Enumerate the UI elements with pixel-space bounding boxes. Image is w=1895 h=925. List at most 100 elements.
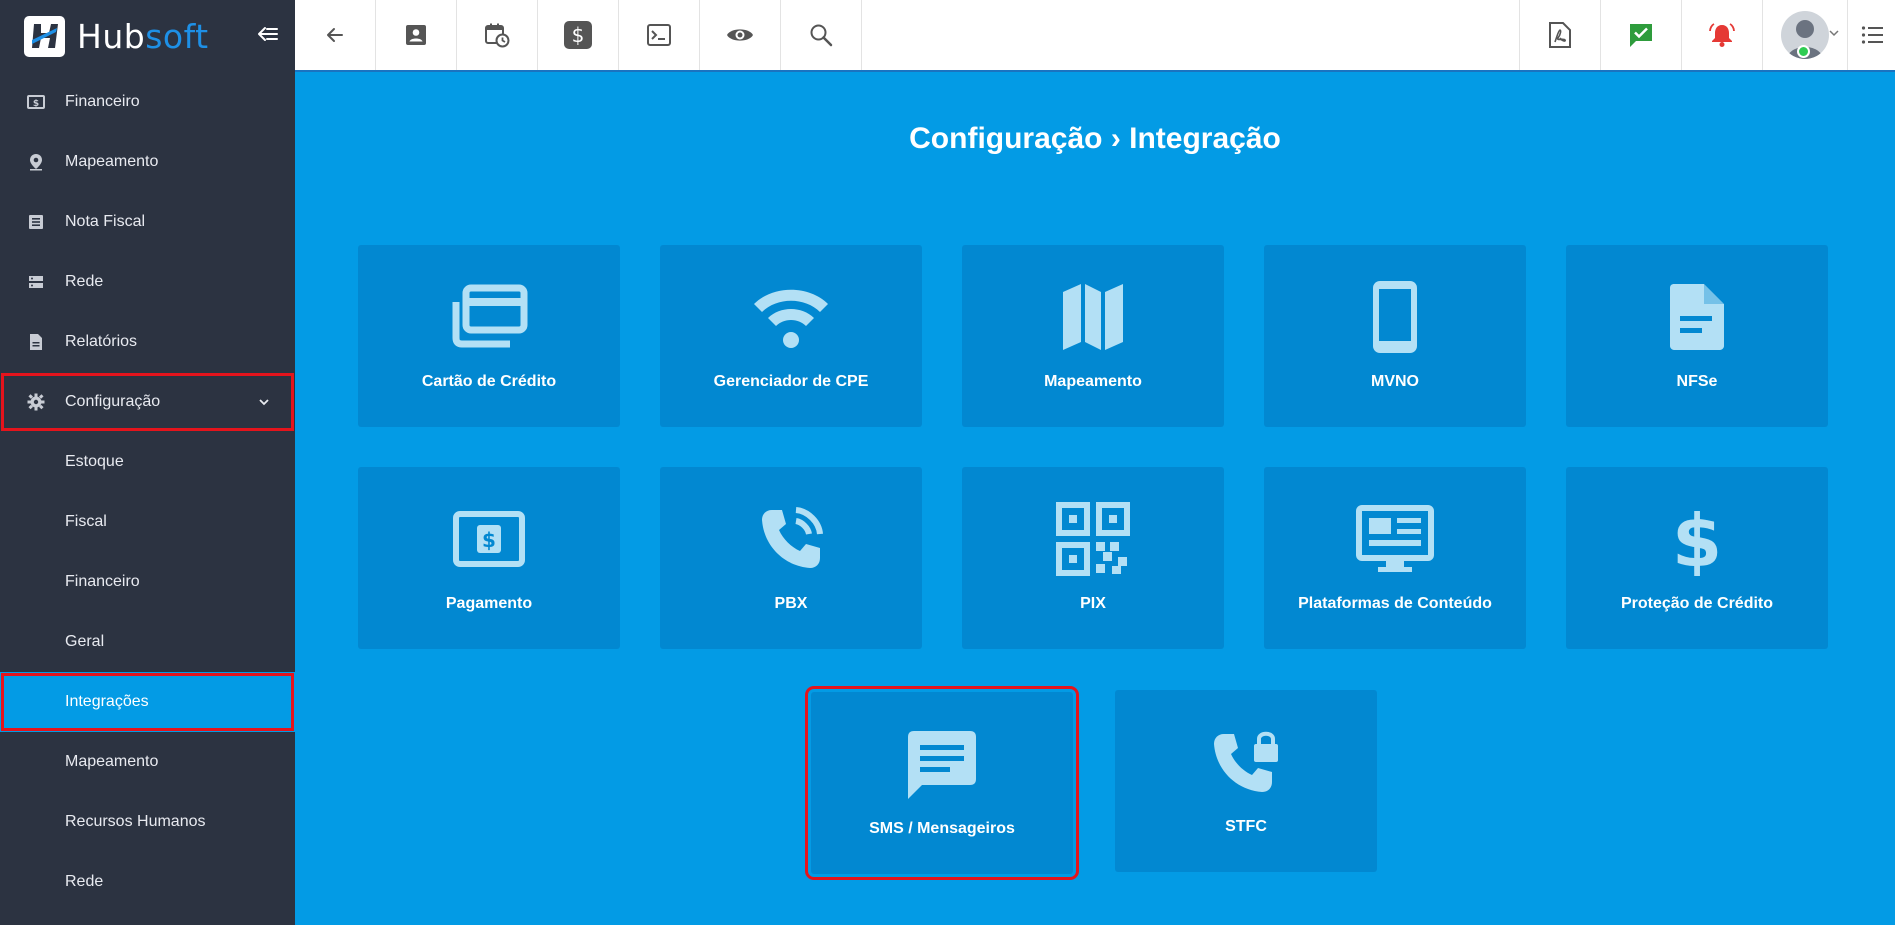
back-button[interactable] [295,0,376,70]
sidebar-item-financeiro[interactable]: $ Financeiro [0,72,295,132]
chat-check-icon [1628,22,1654,48]
svg-text:$: $ [33,99,39,109]
tile-label: Pagamento [445,595,533,612]
sidebar-item-configuracao[interactable]: Configuração [0,372,295,432]
view-button[interactable] [700,0,781,70]
chevron-down-icon [1829,28,1839,38]
sidebar-item-geral[interactable]: Geral [0,612,295,672]
search-button[interactable] [781,0,862,70]
tile-protecao-de-credito[interactable]: $ Proteção de Crédito [1566,467,1828,649]
sidebar-item-label: Recursos Humanos [65,813,206,830]
tile-label: Cartão de Crédito [421,373,557,390]
tile-sms-mensageiros[interactable]: SMS / Mensageiros [805,686,1079,880]
tile-gerenciador-de-cpe[interactable]: Gerenciador de CPE [660,245,922,427]
sidebar-item-rede[interactable]: Rede [0,252,295,312]
terminal-button[interactable] [619,0,700,70]
tile-plataformas-de-conteudo[interactable]: Plataformas de Conteúdo [1264,467,1526,649]
dollar-sign-icon: $ [1657,499,1737,579]
sidebar-item-label: Mapeamento [65,753,159,770]
topbar-right [1519,0,1895,70]
sidebar-item-label: Financeiro [65,573,140,590]
sidebar-item-nota-fiscal[interactable]: Nota Fiscal [0,192,295,252]
brand-suffix: soft [145,16,209,56]
sidebar-menu: $ Financeiro Mapeamento Nota Fiscal Rede… [0,72,295,912]
tasks-button[interactable] [1600,0,1681,70]
sidebar: Hubsoft $ Financeiro Mapeamento Nota Fis… [0,0,295,925]
tile-mvno[interactable]: MVNO [1264,245,1526,427]
notifications-button[interactable] [1681,0,1762,70]
wifi-icon [751,277,831,357]
tile-label: SMS / Mensageiros [869,820,1015,837]
user-menu[interactable] [1762,0,1847,70]
sidebar-item-label: Geral [65,633,105,650]
sidebar-item-label: Nota Fiscal [65,213,146,230]
pdf-button[interactable] [1519,0,1600,70]
main-content: Configuração › Integração Cartão de Créd… [295,72,1895,925]
hubsoft-logo-icon[interactable] [24,15,65,57]
smartphone-icon [1355,277,1435,357]
contact-card-icon [404,23,428,47]
topbar: $ [295,0,1895,72]
sidebar-item-label: Configuração [65,393,161,410]
tile-pix[interactable]: PIX [962,467,1224,649]
sidebar-item-label: Rede [65,873,104,890]
sidebar-item-integracoes[interactable]: Integrações [0,672,295,732]
eye-icon [726,26,754,44]
svg-text:$: $ [482,528,496,552]
phone-in-talk-icon [751,499,831,579]
list-icon [1861,25,1883,45]
tile-label: NFSe [1676,373,1718,390]
tile-mapeamento[interactable]: Mapeamento [962,245,1224,427]
terminal-icon [647,24,671,46]
tile-label: Proteção de Crédito [1620,595,1774,612]
tile-pagamento[interactable]: $ Pagamento [358,467,620,649]
tile-label: Gerenciador de CPE [713,373,869,390]
money-icon: $ [26,92,46,112]
tile-pbx[interactable]: PBX [660,467,922,649]
tile-label: PIX [1080,595,1106,612]
page-title: Configuração › Integração [909,122,1281,155]
collapse-sidebar-icon[interactable] [256,22,280,46]
tile-cartao-de-credito[interactable]: Cartão de Crédito [358,245,620,427]
pdf-icon [1549,22,1571,48]
sidebar-item-recursos-humanos[interactable]: Recursos Humanos [0,792,295,852]
tile-label: Plataformas de Conteúdo [1298,595,1492,612]
tile-label: Mapeamento [1044,373,1142,390]
tile-label: MVNO [1371,373,1419,390]
menu-list-button[interactable] [1847,0,1895,70]
document-icon [26,332,46,352]
sidebar-item-label: Rede [65,273,104,290]
sidebar-item-mapeamento-sub[interactable]: Mapeamento [0,732,295,792]
sidebar-item-label: Estoque [65,453,124,470]
sidebar-item-label: Fiscal [65,513,107,530]
tile-label: PBX [774,595,808,612]
brand-prefix: Hub [77,16,146,56]
tile-nfse[interactable]: NFSe [1566,245,1828,427]
finance-button[interactable]: $ [538,0,619,70]
credit-cards-icon [449,277,529,357]
tile-stfc[interactable]: STFC [1115,690,1377,872]
search-icon [809,23,833,47]
message-icon [902,724,982,804]
sidebar-item-relatorios[interactable]: Relatórios [0,312,295,372]
money-bill-icon: $ [449,499,529,579]
receipt-icon [26,212,46,232]
sidebar-item-estoque[interactable]: Estoque [0,432,295,492]
dollar-icon: $ [563,20,593,50]
gear-icon [26,392,46,412]
map-icon [1053,277,1133,357]
chevron-down-icon [257,395,271,409]
sidebar-item-fiscal[interactable]: Fiscal [0,492,295,552]
qr-code-icon [1053,499,1133,579]
contacts-button[interactable] [376,0,457,70]
sidebar-item-mapeamento[interactable]: Mapeamento [0,132,295,192]
schedule-button[interactable] [457,0,538,70]
server-icon [26,272,46,292]
sidebar-item-rede-sub[interactable]: Rede [0,852,295,912]
tile-label: STFC [1225,818,1267,835]
phone-lock-icon [1206,722,1286,802]
sidebar-item-financeiro-sub[interactable]: Financeiro [0,552,295,612]
sidebar-item-label: Mapeamento [65,153,159,170]
brand-name: Hubsoft [77,17,209,56]
online-status-badge [1797,45,1810,58]
